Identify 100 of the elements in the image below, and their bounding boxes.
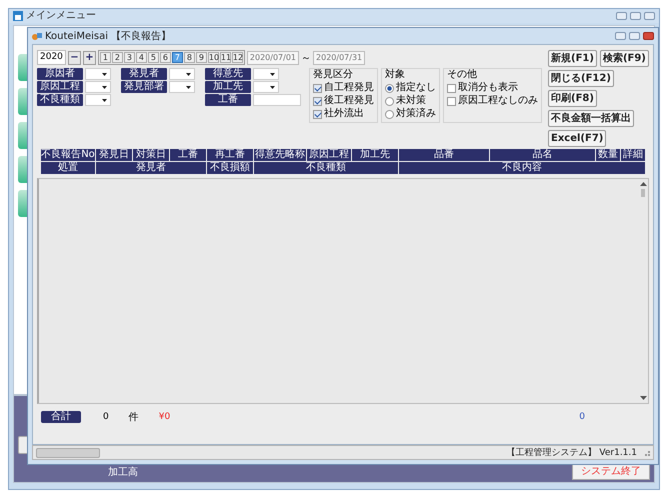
radio-button[interactable] [385,84,394,92]
column-header[interactable]: 発見者 [96,162,206,174]
scroll-thumb[interactable] [36,448,100,458]
app-icon [13,11,23,21]
version-label: 【工程管理システム】 Ver1.1.1 [506,446,637,459]
range-separator: ～ [301,52,312,64]
option-label: 自工程発見 [324,82,374,94]
month-button[interactable]: 3 [124,52,135,63]
group-title: その他 [447,69,478,81]
month-button[interactable]: 8 [184,52,195,63]
column-header[interactable]: 再工番 [207,149,253,161]
month-button[interactable]: 6 [160,52,171,63]
filter-label: 発見者 [121,68,167,80]
month-button[interactable]: 2 [112,52,123,63]
month-button[interactable]: 10 [208,52,219,63]
option-label: 対策済み [396,108,436,120]
dropdown-arrow-icon[interactable] [270,86,275,88]
dropdown[interactable] [169,81,195,93]
column-header[interactable]: 処置 [41,162,95,174]
dropdown-arrow-icon[interactable] [186,86,191,88]
text-field[interactable] [253,94,301,106]
scroll-thumb[interactable] [641,189,645,197]
scroll-up-icon[interactable] [640,182,646,187]
option-label: 未対策 [396,95,426,107]
year-step-button[interactable]: + [82,50,96,64]
month-button[interactable]: 5 [148,52,159,63]
month-button[interactable]: 9 [196,52,207,63]
column-header[interactable]: 不良内容 [399,162,645,174]
action-button[interactable]: 閉じる(F12) [548,70,614,87]
option-label: 原因工程なしのみ [458,95,538,107]
dropdown[interactable] [169,68,195,80]
column-header[interactable]: 数量 [596,149,620,161]
minimize-button[interactable] [615,32,626,40]
minimize-button[interactable] [616,12,627,20]
dropdown-arrow-icon[interactable] [270,72,275,76]
filter-label: 得意先 [205,68,251,80]
month-button[interactable]: 1 [100,52,111,63]
total-value: 0 [579,412,585,422]
action-button[interactable]: 新規(F1) [548,50,597,67]
filter-label: 原因者 [37,68,83,80]
year-step-button[interactable]: − [68,50,81,64]
maximize-button[interactable] [629,32,640,40]
year-field[interactable]: 2020 [37,50,66,65]
checkbox[interactable] [447,84,456,92]
checkbox[interactable] [313,110,322,118]
column-header[interactable]: 対策日 [133,149,169,161]
checkbox[interactable] [313,84,322,92]
filter-label: 加工先 [205,81,251,93]
column-header[interactable]: 不良損額 [207,162,253,174]
maximize-button[interactable] [630,12,641,20]
dropdown[interactable] [85,68,111,80]
column-header[interactable]: 原因工程 [307,149,351,161]
radio-button[interactable] [385,96,394,106]
filter-label: 工番 [205,94,251,106]
action-button[interactable]: 検索(F9) [600,50,649,67]
status-label: 加工高 [108,466,139,479]
dropdown[interactable] [85,94,111,106]
column-header[interactable]: 詳細 [621,149,645,161]
column-header[interactable]: 不良報告No [41,149,95,161]
dropdown-arrow-icon[interactable] [186,72,191,76]
count-unit: 件 [128,411,139,424]
action-button[interactable]: 印刷(F8) [548,90,597,107]
group-title: 発見区分 [313,69,354,81]
action-button[interactable]: 不良金額一括算出 [548,110,634,127]
column-header[interactable]: 加工先 [352,149,398,161]
radio-button[interactable] [385,110,394,118]
column-header[interactable]: 発見日 [96,149,132,161]
month-button[interactable]: 4 [136,52,147,63]
column-header[interactable]: 得意先略称 [254,149,306,161]
month-button[interactable]: 12 [232,52,243,63]
filter-label: 発見部署 [121,81,167,93]
window-title: メインメニュー [26,10,96,22]
column-header[interactable]: 工番 [170,149,206,161]
dropdown[interactable] [253,81,279,93]
column-header[interactable]: 品名 [490,149,595,161]
option-label: 後工程発見 [324,95,374,107]
filter-label: 不良種類 [37,94,83,106]
column-header[interactable]: 不良種類 [254,162,398,174]
option-label: 指定なし [396,82,436,94]
app-icon [32,32,42,40]
checkbox[interactable] [447,96,456,106]
count-value: 0 [103,412,109,422]
close-button[interactable] [643,32,654,40]
dropdown[interactable] [253,68,279,80]
dropdown-arrow-icon[interactable] [102,86,107,88]
date-field[interactable]: 2020/07/31 [313,50,366,64]
option-label: 社外流出 [324,108,364,120]
dropdown-arrow-icon[interactable] [102,72,107,76]
checkbox[interactable] [313,96,322,106]
month-button[interactable]: 11 [220,52,231,63]
date-field[interactable]: 2020/07/01 [246,50,300,64]
close-button[interactable] [644,12,655,20]
dropdown-arrow-icon[interactable] [102,98,107,102]
dropdown[interactable] [85,81,111,93]
exit-button[interactable]: システム終了 [572,464,650,480]
action-button[interactable]: Excel(F7) [548,130,606,147]
window-title: KouteiMeisai 【不良報告】 [45,30,172,43]
resize-grip-icon[interactable] [643,449,650,456]
column-header[interactable]: 品番 [399,149,489,161]
filter-label: 原因工程 [37,81,83,93]
